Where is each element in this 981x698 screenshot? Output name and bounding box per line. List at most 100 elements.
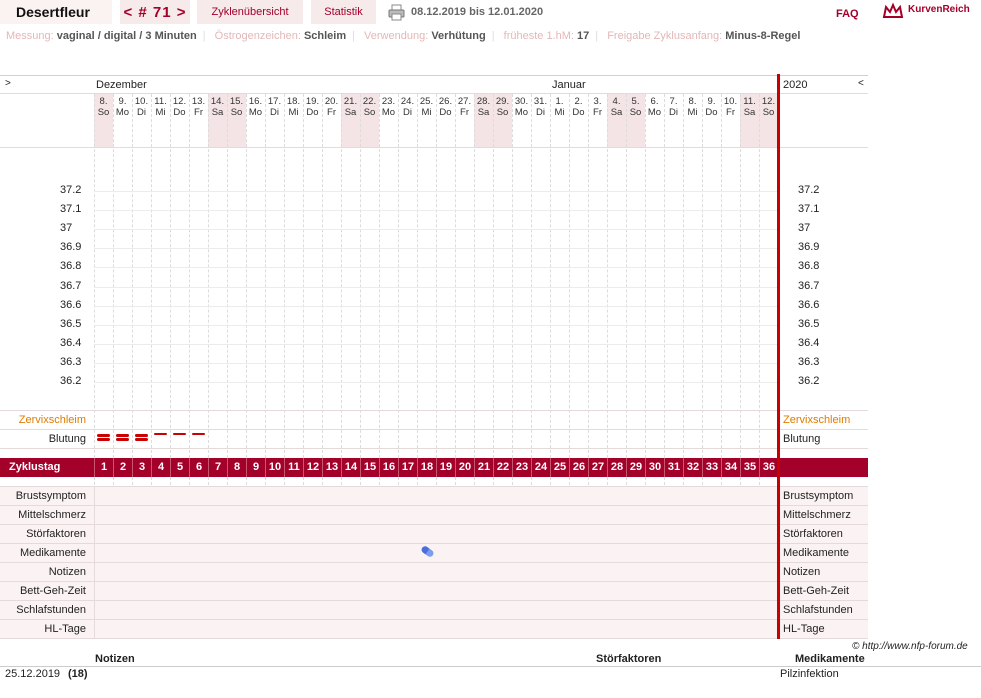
day-gridline — [493, 94, 494, 458]
temp-gridline — [94, 382, 778, 383]
cycle-day-number[interactable]: 4 — [151, 458, 170, 477]
day-header: 21. Sa — [341, 96, 360, 118]
temp-gridline — [94, 343, 778, 345]
temp-label-right: 36.9 — [798, 241, 820, 254]
day-header: 16. Mo — [246, 96, 265, 118]
weekday: Sa — [477, 107, 490, 118]
cycle-day-number[interactable]: 29 — [626, 458, 645, 477]
cycle-day-number[interactable]: 31 — [664, 458, 683, 477]
cycle-day-number[interactable]: 32 — [683, 458, 702, 477]
bleeding-mark-heavy — [97, 438, 110, 441]
weekday: Mo — [514, 107, 529, 118]
cycle-day-number[interactable]: 28 — [607, 458, 626, 477]
cycle-day-number[interactable]: 21 — [474, 458, 493, 477]
day-number: 3. — [593, 96, 602, 107]
day-header: 6. Mo — [645, 96, 664, 118]
cycle-day-number[interactable]: 34 — [721, 458, 740, 477]
day-number: 8. — [99, 96, 108, 107]
cycle-day-number[interactable]: 9 — [246, 458, 265, 477]
row-label: Brustsymptom — [15, 490, 86, 502]
chart-nav-prev[interactable]: < — [858, 78, 864, 89]
day-header: 23. Mo — [379, 96, 398, 118]
row-label-right: Medikamente — [783, 547, 850, 559]
cycle-day-number[interactable]: 2 — [113, 458, 132, 477]
cycle-day-number[interactable]: 26 — [569, 458, 588, 477]
cycle-day-number[interactable]: 15 — [360, 458, 379, 477]
day-gridline — [208, 94, 209, 458]
day-header: 8. So — [94, 96, 113, 118]
cycle-day-number[interactable]: 3 — [132, 458, 151, 477]
row-label: Notizen — [48, 566, 86, 578]
cycle-day-number[interactable]: 27 — [588, 458, 607, 477]
row-label-right: Brustsymptom — [783, 490, 854, 502]
day-gridline — [132, 94, 133, 458]
bleeding-label: Blutung — [48, 433, 86, 445]
entry-date: 25.12.2019 — [5, 668, 61, 680]
cycle-day-number[interactable]: 25 — [550, 458, 569, 477]
weekday: So — [230, 107, 243, 118]
day-header: 10. Fr — [721, 96, 740, 118]
bleeding-mark-heavy — [116, 434, 129, 437]
cycle-day-number[interactable]: 22 — [493, 458, 512, 477]
cycle-day-label: Zyklustag — [9, 461, 61, 473]
day-gridline — [417, 94, 418, 458]
day-number: 1. — [555, 96, 564, 107]
cycle-day-number[interactable]: 14 — [341, 458, 360, 477]
weekday: Fr — [460, 107, 469, 118]
cycle-day-number[interactable]: 11 — [284, 458, 303, 477]
row-background — [0, 544, 868, 562]
row-background — [0, 487, 868, 505]
cycle-day-number[interactable]: 12 — [303, 458, 322, 477]
cervical-mucus-label: Zervixschleim — [18, 414, 86, 426]
day-number: 8. — [688, 96, 697, 107]
cycle-day-number[interactable]: 17 — [398, 458, 417, 477]
notes-column-header: Notizen — [95, 653, 135, 665]
entry-medication: Pilzinfektion — [780, 668, 839, 680]
day-number: 25. — [419, 96, 434, 107]
day-header: 3. Fr — [588, 96, 607, 118]
day-number: 21. — [343, 96, 358, 107]
disturbances-column-header: Störfaktoren — [596, 653, 662, 665]
chart-nav-next[interactable]: > — [5, 78, 11, 89]
row-background — [0, 582, 868, 600]
cycle-day-number[interactable]: 36 — [759, 458, 778, 477]
day-gridline — [721, 94, 722, 458]
row-label: Schlafstunden — [16, 604, 86, 616]
day-header: 27. Fr — [455, 96, 474, 118]
cycle-day-number[interactable]: 35 — [740, 458, 759, 477]
cycle-day-number[interactable]: 20 — [455, 458, 474, 477]
weekday: Di — [270, 107, 279, 118]
cycle-day-number[interactable]: 7 — [208, 458, 227, 477]
cycle-day-number[interactable]: 23 — [512, 458, 531, 477]
weekday: Di — [536, 107, 545, 118]
cycle-day-number[interactable]: 13 — [322, 458, 341, 477]
day-header: 29. So — [493, 96, 512, 118]
cycle-day-number[interactable]: 10 — [265, 458, 284, 477]
bleeding-mark-heavy — [116, 438, 129, 441]
day-header: 17. Di — [265, 96, 284, 118]
month-december: Dezember — [96, 79, 147, 91]
cycle-day-number[interactable]: 8 — [227, 458, 246, 477]
cycle-day-number[interactable]: 1 — [94, 458, 113, 477]
cycle-day-number[interactable]: 30 — [645, 458, 664, 477]
cycle-day-number[interactable]: 18 — [417, 458, 436, 477]
cycle-day-number[interactable]: 19 — [436, 458, 455, 477]
temp-label-right: 36.7 — [798, 279, 820, 292]
day-number: 5. — [631, 96, 640, 107]
cycle-day-number[interactable]: 6 — [189, 458, 208, 477]
day-header: 25. Mi — [417, 96, 436, 118]
cycle-day-number[interactable]: 5 — [170, 458, 189, 477]
bleeding-mark-heavy — [97, 434, 110, 437]
entry-cycle-day: (18) — [68, 668, 88, 680]
weekday: Di — [669, 107, 678, 118]
temp-label: 37.2 — [60, 184, 82, 196]
bleeding-mark-light — [154, 433, 167, 435]
day-gridline — [702, 94, 703, 458]
day-number: 17. — [267, 96, 282, 107]
day-number: 14. — [210, 96, 225, 107]
day-header: 22. So — [360, 96, 379, 118]
cycle-day-number[interactable]: 16 — [379, 458, 398, 477]
cycle-day-number[interactable]: 33 — [702, 458, 721, 477]
cycle-day-number[interactable]: 24 — [531, 458, 550, 477]
day-number: 2. — [574, 96, 583, 107]
